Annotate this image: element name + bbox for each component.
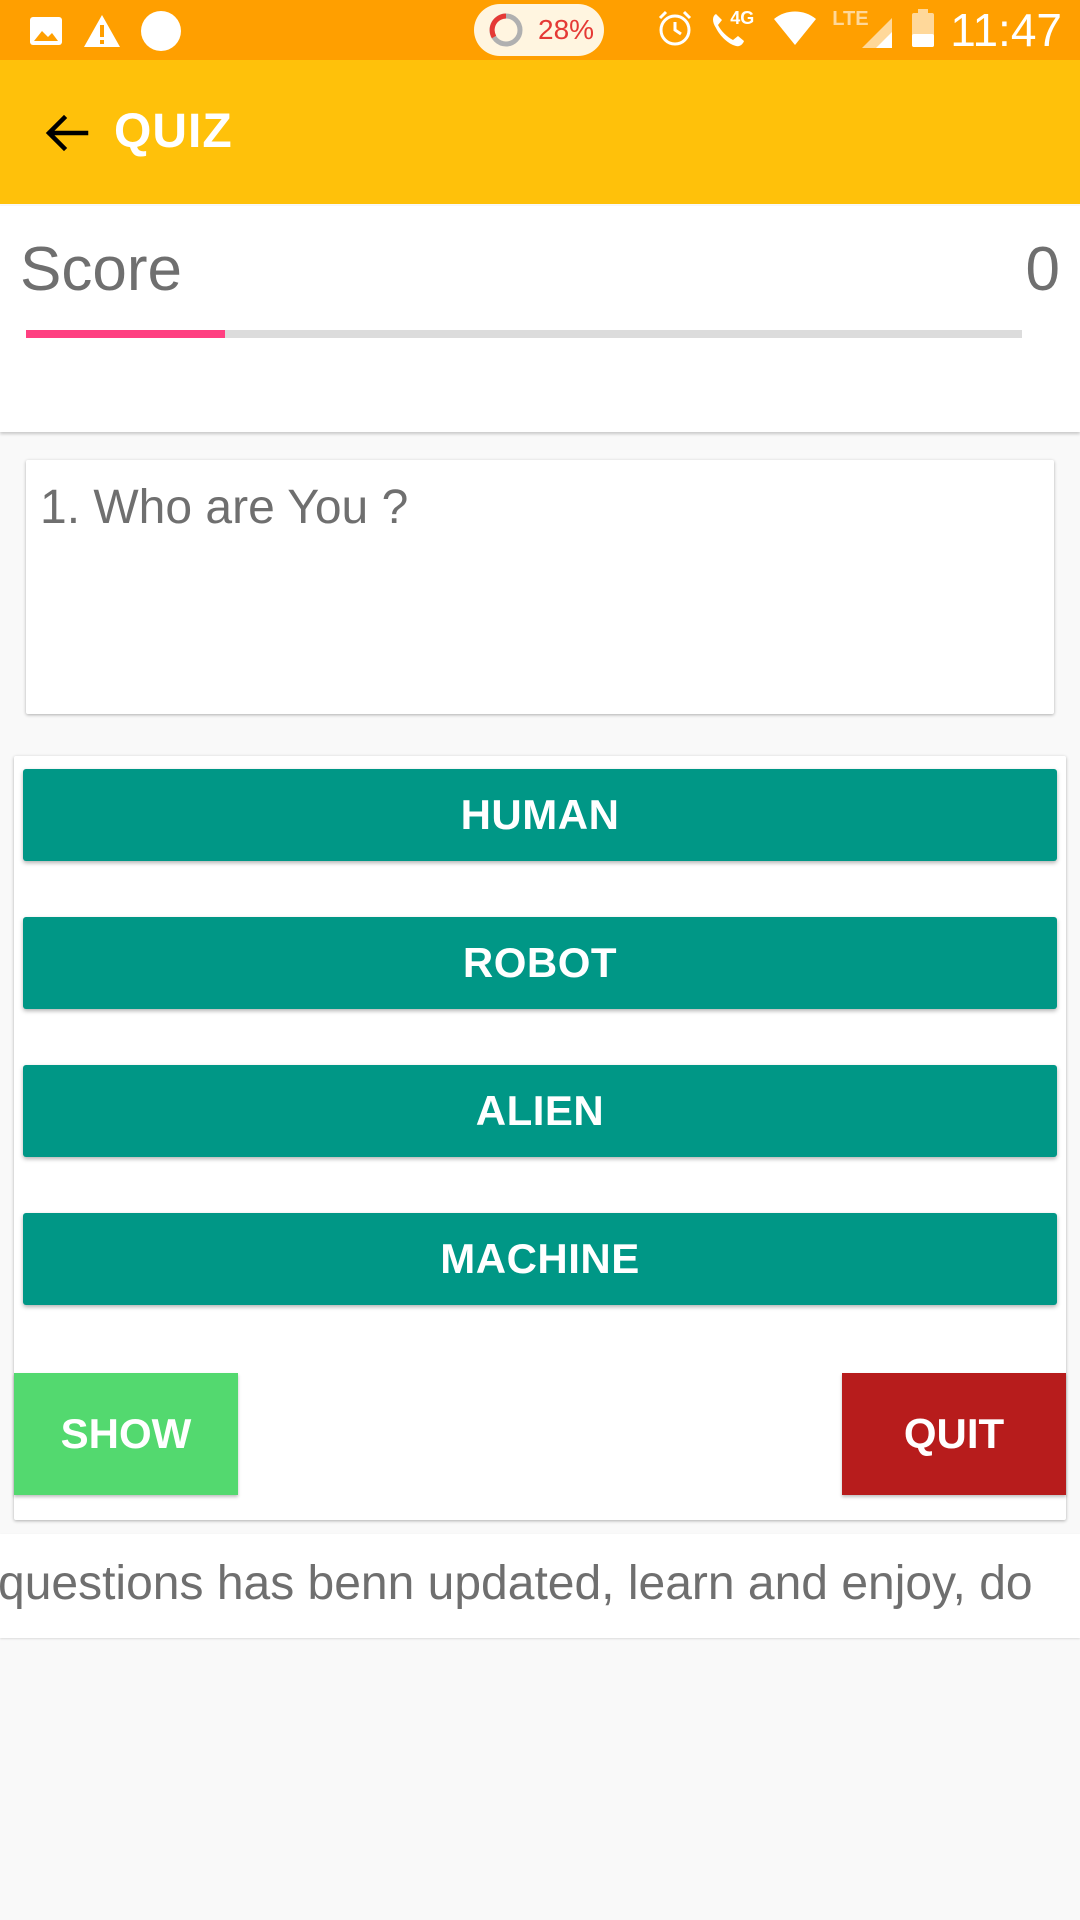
wifi-call-icon: 4G	[708, 8, 758, 50]
score-label: Score	[20, 235, 182, 304]
quit-button[interactable]: QUIT	[842, 1373, 1066, 1495]
answers-card: HUMAN ROBOT ALIEN MACHINE SHOW QUIT	[14, 756, 1066, 1520]
quiz-progress-bar	[26, 330, 1022, 338]
answer-button-robot[interactable]: ROBOT	[23, 917, 1057, 1009]
battery-ring-icon	[489, 13, 523, 47]
news-ticker: questions has benn updated, learn and en…	[0, 1534, 1080, 1638]
quiz-progress-fill	[26, 330, 226, 338]
arrow-back-icon[interactable]	[42, 108, 92, 158]
battery-icon	[910, 8, 936, 53]
clock: 11:47	[950, 4, 1062, 56]
lte-signal: LTE	[832, 8, 896, 50]
page-title: QUIZ	[114, 105, 233, 158]
wifi-icon	[772, 9, 818, 52]
alarm-icon	[656, 9, 694, 52]
show-answer-button[interactable]: SHOW	[14, 1373, 238, 1495]
answer-button-human[interactable]: HUMAN	[23, 769, 1057, 861]
status-bar: 28% 4G LTE 11:47	[0, 0, 1080, 60]
network-type-label: 4G	[730, 8, 755, 28]
ticker-text: questions has benn updated, learn and en…	[0, 1557, 1033, 1610]
signal-icon	[862, 18, 893, 48]
image-icon	[28, 13, 64, 49]
question-text: 1. Who are You ?	[40, 481, 409, 534]
answer-button-alien[interactable]: ALIEN	[23, 1065, 1057, 1157]
answer-button-machine[interactable]: MACHINE	[23, 1213, 1057, 1305]
score-value: 0	[1025, 235, 1060, 304]
warning-icon	[82, 13, 122, 49]
battery-percent: 28%	[538, 14, 595, 45]
question-card: 1. Who are You ?	[26, 460, 1054, 714]
circle-icon	[140, 10, 182, 52]
score-card: Score 0	[0, 206, 1080, 432]
app-bar: QUIZ	[0, 60, 1080, 204]
battery-saver-indicator: 28%	[474, 4, 604, 56]
